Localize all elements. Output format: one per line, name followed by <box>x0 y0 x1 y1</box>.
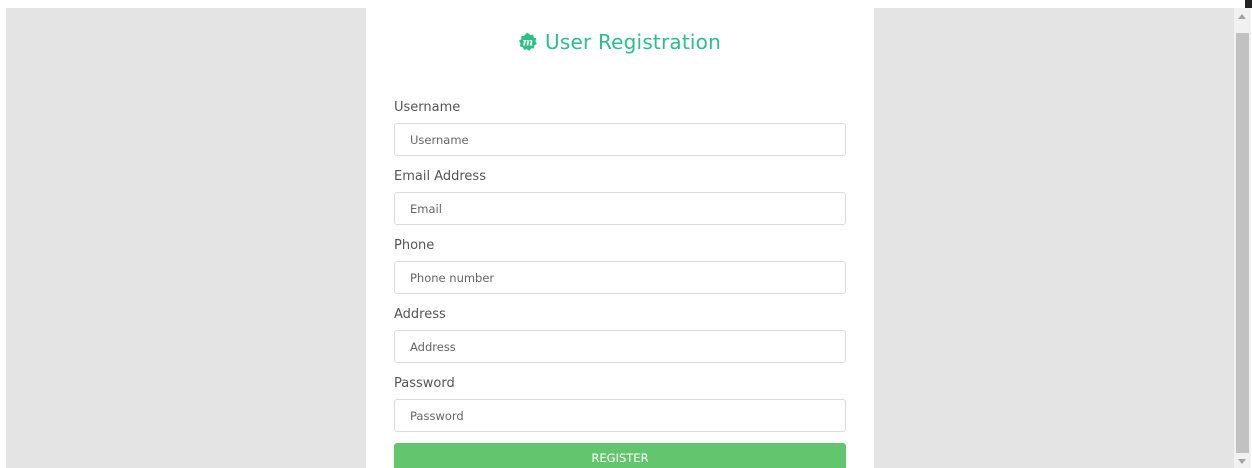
registration-card: m User Registration Username Email Addre… <box>366 8 874 468</box>
username-input[interactable] <box>394 123 846 156</box>
m-badge-icon: m <box>519 33 537 51</box>
vertical-scrollbar[interactable] <box>1234 8 1251 468</box>
email-input[interactable] <box>394 192 846 225</box>
address-input[interactable] <box>394 330 846 363</box>
email-label: Email Address <box>394 169 486 184</box>
register-button[interactable]: REGISTER <box>394 443 846 468</box>
password-label: Password <box>394 376 455 391</box>
page-title: m User Registration <box>366 30 874 54</box>
scroll-down-arrow-icon[interactable] <box>1238 459 1246 464</box>
phone-input[interactable] <box>394 261 846 294</box>
window-edge <box>1245 0 1252 8</box>
phone-label: Phone <box>394 238 435 253</box>
page-viewport: m User Registration Username Email Addre… <box>6 8 1234 468</box>
address-label: Address <box>394 307 446 322</box>
scroll-up-arrow-icon[interactable] <box>1238 14 1246 19</box>
username-label: Username <box>394 100 461 115</box>
scrollbar-thumb[interactable] <box>1236 33 1249 453</box>
password-input[interactable] <box>394 399 846 432</box>
page-title-text: User Registration <box>545 30 721 54</box>
svg-text:m: m <box>523 38 534 49</box>
